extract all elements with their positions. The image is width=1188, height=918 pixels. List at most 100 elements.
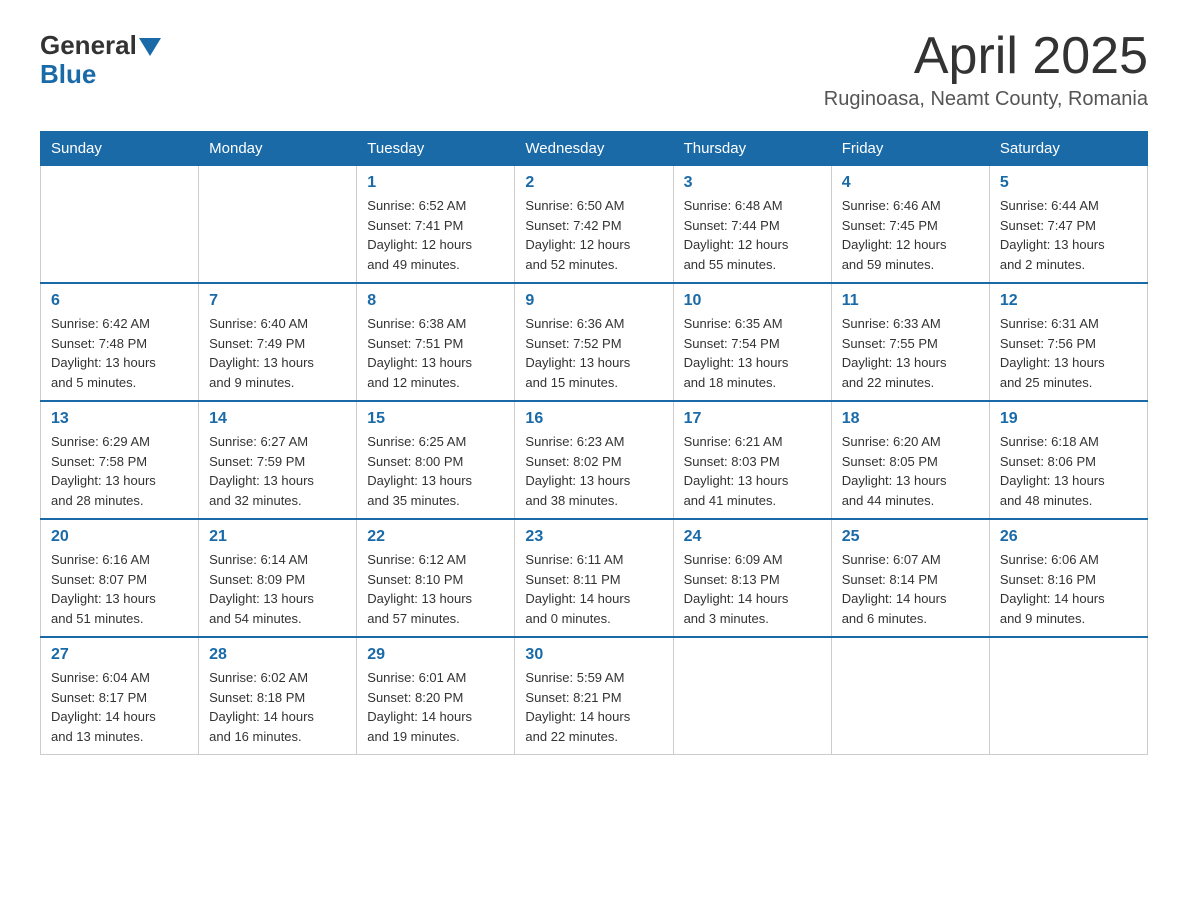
day-info: Sunrise: 6:35 AM Sunset: 7:54 PM Dayligh… — [684, 314, 821, 392]
calendar-week-row: 13 Sunrise: 6:29 AM Sunset: 7:58 PM Dayli… — [41, 401, 1148, 519]
day-number: 20 — [51, 528, 188, 546]
day-info: Sunrise: 6:48 AM Sunset: 7:44 PM Dayligh… — [684, 196, 821, 274]
calendar-cell: 12 Sunrise: 6:31 AM Sunset: 7:56 PM Dayli… — [989, 283, 1147, 401]
day-number: 11 — [842, 292, 979, 310]
calendar-cell: 23Sunrise: 6:11 AM Sunset: 8:11 PM Dayli… — [515, 519, 673, 637]
calendar-cell: 10 Sunrise: 6:35 AM Sunset: 7:54 PM Dayli… — [673, 283, 831, 401]
calendar-cell — [831, 637, 989, 755]
day-info: Sunrise: 6:09 AM Sunset: 8:13 PM Dayligh… — [684, 550, 821, 628]
calendar-cell: 7 Sunrise: 6:40 AM Sunset: 7:49 PM Daylig… — [199, 283, 357, 401]
day-info: Sunrise: 6:27 AM Sunset: 7:59 PM Dayligh… — [209, 432, 346, 510]
logo-general-text: General — [40, 30, 137, 61]
day-info: Sunrise: 6:07 AM Sunset: 8:14 PM Dayligh… — [842, 550, 979, 628]
day-info: Sunrise: 6:01 AM Sunset: 8:20 PM Dayligh… — [367, 668, 504, 746]
calendar-cell: 16 Sunrise: 6:23 AM Sunset: 8:02 PM Dayli… — [515, 401, 673, 519]
day-number: 8 — [367, 292, 504, 310]
day-number: 9 — [525, 292, 662, 310]
day-info: Sunrise: 6:46 AM Sunset: 7:45 PM Dayligh… — [842, 196, 979, 274]
day-number: 5 — [1000, 174, 1137, 192]
logo: General Blue — [40, 30, 161, 90]
calendar-cell: 1 Sunrise: 6:52 AM Sunset: 7:41 PM Daylig… — [357, 166, 515, 284]
weekday-header-row: SundayMondayTuesdayWednesdayThursdayFrid… — [41, 132, 1148, 166]
calendar-cell: 30 Sunrise: 5:59 AM Sunset: 8:21 PM Dayli… — [515, 637, 673, 755]
day-number: 1 — [367, 174, 504, 192]
day-number: 6 — [51, 292, 188, 310]
day-info: Sunrise: 6:31 AM Sunset: 7:56 PM Dayligh… — [1000, 314, 1137, 392]
calendar-cell — [41, 166, 199, 284]
day-info: Sunrise: 6:14 AM Sunset: 8:09 PM Dayligh… — [209, 550, 346, 628]
calendar-cell: 3 Sunrise: 6:48 AM Sunset: 7:44 PM Daylig… — [673, 166, 831, 284]
day-info: Sunrise: 6:25 AM Sunset: 8:00 PM Dayligh… — [367, 432, 504, 510]
weekday-friday: Friday — [831, 132, 989, 166]
calendar-cell: 5 Sunrise: 6:44 AM Sunset: 7:47 PM Daylig… — [989, 166, 1147, 284]
calendar-cell: 17 Sunrise: 6:21 AM Sunset: 8:03 PM Dayli… — [673, 401, 831, 519]
day-number: 4 — [842, 174, 979, 192]
calendar-cell — [673, 637, 831, 755]
day-number: 24 — [684, 528, 821, 546]
calendar-cell: 19Sunrise: 6:18 AM Sunset: 8:06 PM Dayli… — [989, 401, 1147, 519]
weekday-sunday: Sunday — [41, 132, 199, 166]
day-number: 16 — [525, 410, 662, 428]
weekday-tuesday: Tuesday — [357, 132, 515, 166]
day-info: Sunrise: 6:12 AM Sunset: 8:10 PM Dayligh… — [367, 550, 504, 628]
weekday-saturday: Saturday — [989, 132, 1147, 166]
header-right: April 2025 Ruginoasa, Neamt County, Roma… — [824, 30, 1148, 111]
day-number: 13 — [51, 410, 188, 428]
day-number: 22 — [367, 528, 504, 546]
calendar-cell: 14 Sunrise: 6:27 AM Sunset: 7:59 PM Dayli… — [199, 401, 357, 519]
day-info: Sunrise: 6:02 AM Sunset: 8:18 PM Dayligh… — [209, 668, 346, 746]
weekday-thursday: Thursday — [673, 132, 831, 166]
day-info: Sunrise: 6:52 AM Sunset: 7:41 PM Dayligh… — [367, 196, 504, 274]
calendar-week-row: 27 Sunrise: 6:04 AM Sunset: 8:17 PM Dayli… — [41, 637, 1148, 755]
page-header: General Blue April 2025 Ruginoasa, Neamt… — [40, 30, 1148, 111]
calendar-body: 1 Sunrise: 6:52 AM Sunset: 7:41 PM Daylig… — [41, 166, 1148, 755]
day-number: 25 — [842, 528, 979, 546]
calendar-cell — [199, 166, 357, 284]
day-number: 12 — [1000, 292, 1137, 310]
day-number: 2 — [525, 174, 662, 192]
day-number: 26 — [1000, 528, 1137, 546]
day-info: Sunrise: 6:20 AM Sunset: 8:05 PM Dayligh… — [842, 432, 979, 510]
calendar-cell: 8Sunrise: 6:38 AM Sunset: 7:51 PM Daylig… — [357, 283, 515, 401]
day-number: 3 — [684, 174, 821, 192]
logo-blue-text: Blue — [40, 59, 96, 89]
day-number: 7 — [209, 292, 346, 310]
calendar-cell: 13 Sunrise: 6:29 AM Sunset: 7:58 PM Dayli… — [41, 401, 199, 519]
day-number: 17 — [684, 410, 821, 428]
day-number: 21 — [209, 528, 346, 546]
calendar-cell: 27 Sunrise: 6:04 AM Sunset: 8:17 PM Dayli… — [41, 637, 199, 755]
location-text: Ruginoasa, Neamt County, Romania — [824, 88, 1148, 111]
day-number: 15 — [367, 410, 504, 428]
calendar-cell: 25 Sunrise: 6:07 AM Sunset: 8:14 PM Dayli… — [831, 519, 989, 637]
calendar-table: SundayMondayTuesdayWednesdayThursdayFrid… — [40, 131, 1148, 755]
weekday-monday: Monday — [199, 132, 357, 166]
day-info: Sunrise: 6:16 AM Sunset: 8:07 PM Dayligh… — [51, 550, 188, 628]
day-info: Sunrise: 6:44 AM Sunset: 7:47 PM Dayligh… — [1000, 196, 1137, 274]
day-info: Sunrise: 6:21 AM Sunset: 8:03 PM Dayligh… — [684, 432, 821, 510]
day-number: 14 — [209, 410, 346, 428]
calendar-cell: 28Sunrise: 6:02 AM Sunset: 8:18 PM Dayli… — [199, 637, 357, 755]
day-info: Sunrise: 6:29 AM Sunset: 7:58 PM Dayligh… — [51, 432, 188, 510]
day-number: 18 — [842, 410, 979, 428]
month-title: April 2025 — [824, 30, 1148, 82]
calendar-cell: 2 Sunrise: 6:50 AM Sunset: 7:42 PM Daylig… — [515, 166, 673, 284]
day-info: Sunrise: 6:23 AM Sunset: 8:02 PM Dayligh… — [525, 432, 662, 510]
calendar-cell: 11Sunrise: 6:33 AM Sunset: 7:55 PM Dayli… — [831, 283, 989, 401]
day-number: 27 — [51, 646, 188, 664]
calendar-cell: 18 Sunrise: 6:20 AM Sunset: 8:05 PM Dayli… — [831, 401, 989, 519]
calendar-header: SundayMondayTuesdayWednesdayThursdayFrid… — [41, 132, 1148, 166]
calendar-cell: 29Sunrise: 6:01 AM Sunset: 8:20 PM Dayli… — [357, 637, 515, 755]
calendar-week-row: 1 Sunrise: 6:52 AM Sunset: 7:41 PM Daylig… — [41, 166, 1148, 284]
calendar-cell: 24 Sunrise: 6:09 AM Sunset: 8:13 PM Dayli… — [673, 519, 831, 637]
day-info: Sunrise: 6:40 AM Sunset: 7:49 PM Dayligh… — [209, 314, 346, 392]
day-number: 30 — [525, 646, 662, 664]
day-number: 10 — [684, 292, 821, 310]
weekday-wednesday: Wednesday — [515, 132, 673, 166]
logo-arrow-icon — [139, 38, 161, 56]
day-info: Sunrise: 6:42 AM Sunset: 7:48 PM Dayligh… — [51, 314, 188, 392]
day-info: Sunrise: 6:50 AM Sunset: 7:42 PM Dayligh… — [525, 196, 662, 274]
calendar-cell: 26Sunrise: 6:06 AM Sunset: 8:16 PM Dayli… — [989, 519, 1147, 637]
calendar-week-row: 6 Sunrise: 6:42 AM Sunset: 7:48 PM Daylig… — [41, 283, 1148, 401]
day-info: Sunrise: 6:04 AM Sunset: 8:17 PM Dayligh… — [51, 668, 188, 746]
day-info: Sunrise: 5:59 AM Sunset: 8:21 PM Dayligh… — [525, 668, 662, 746]
